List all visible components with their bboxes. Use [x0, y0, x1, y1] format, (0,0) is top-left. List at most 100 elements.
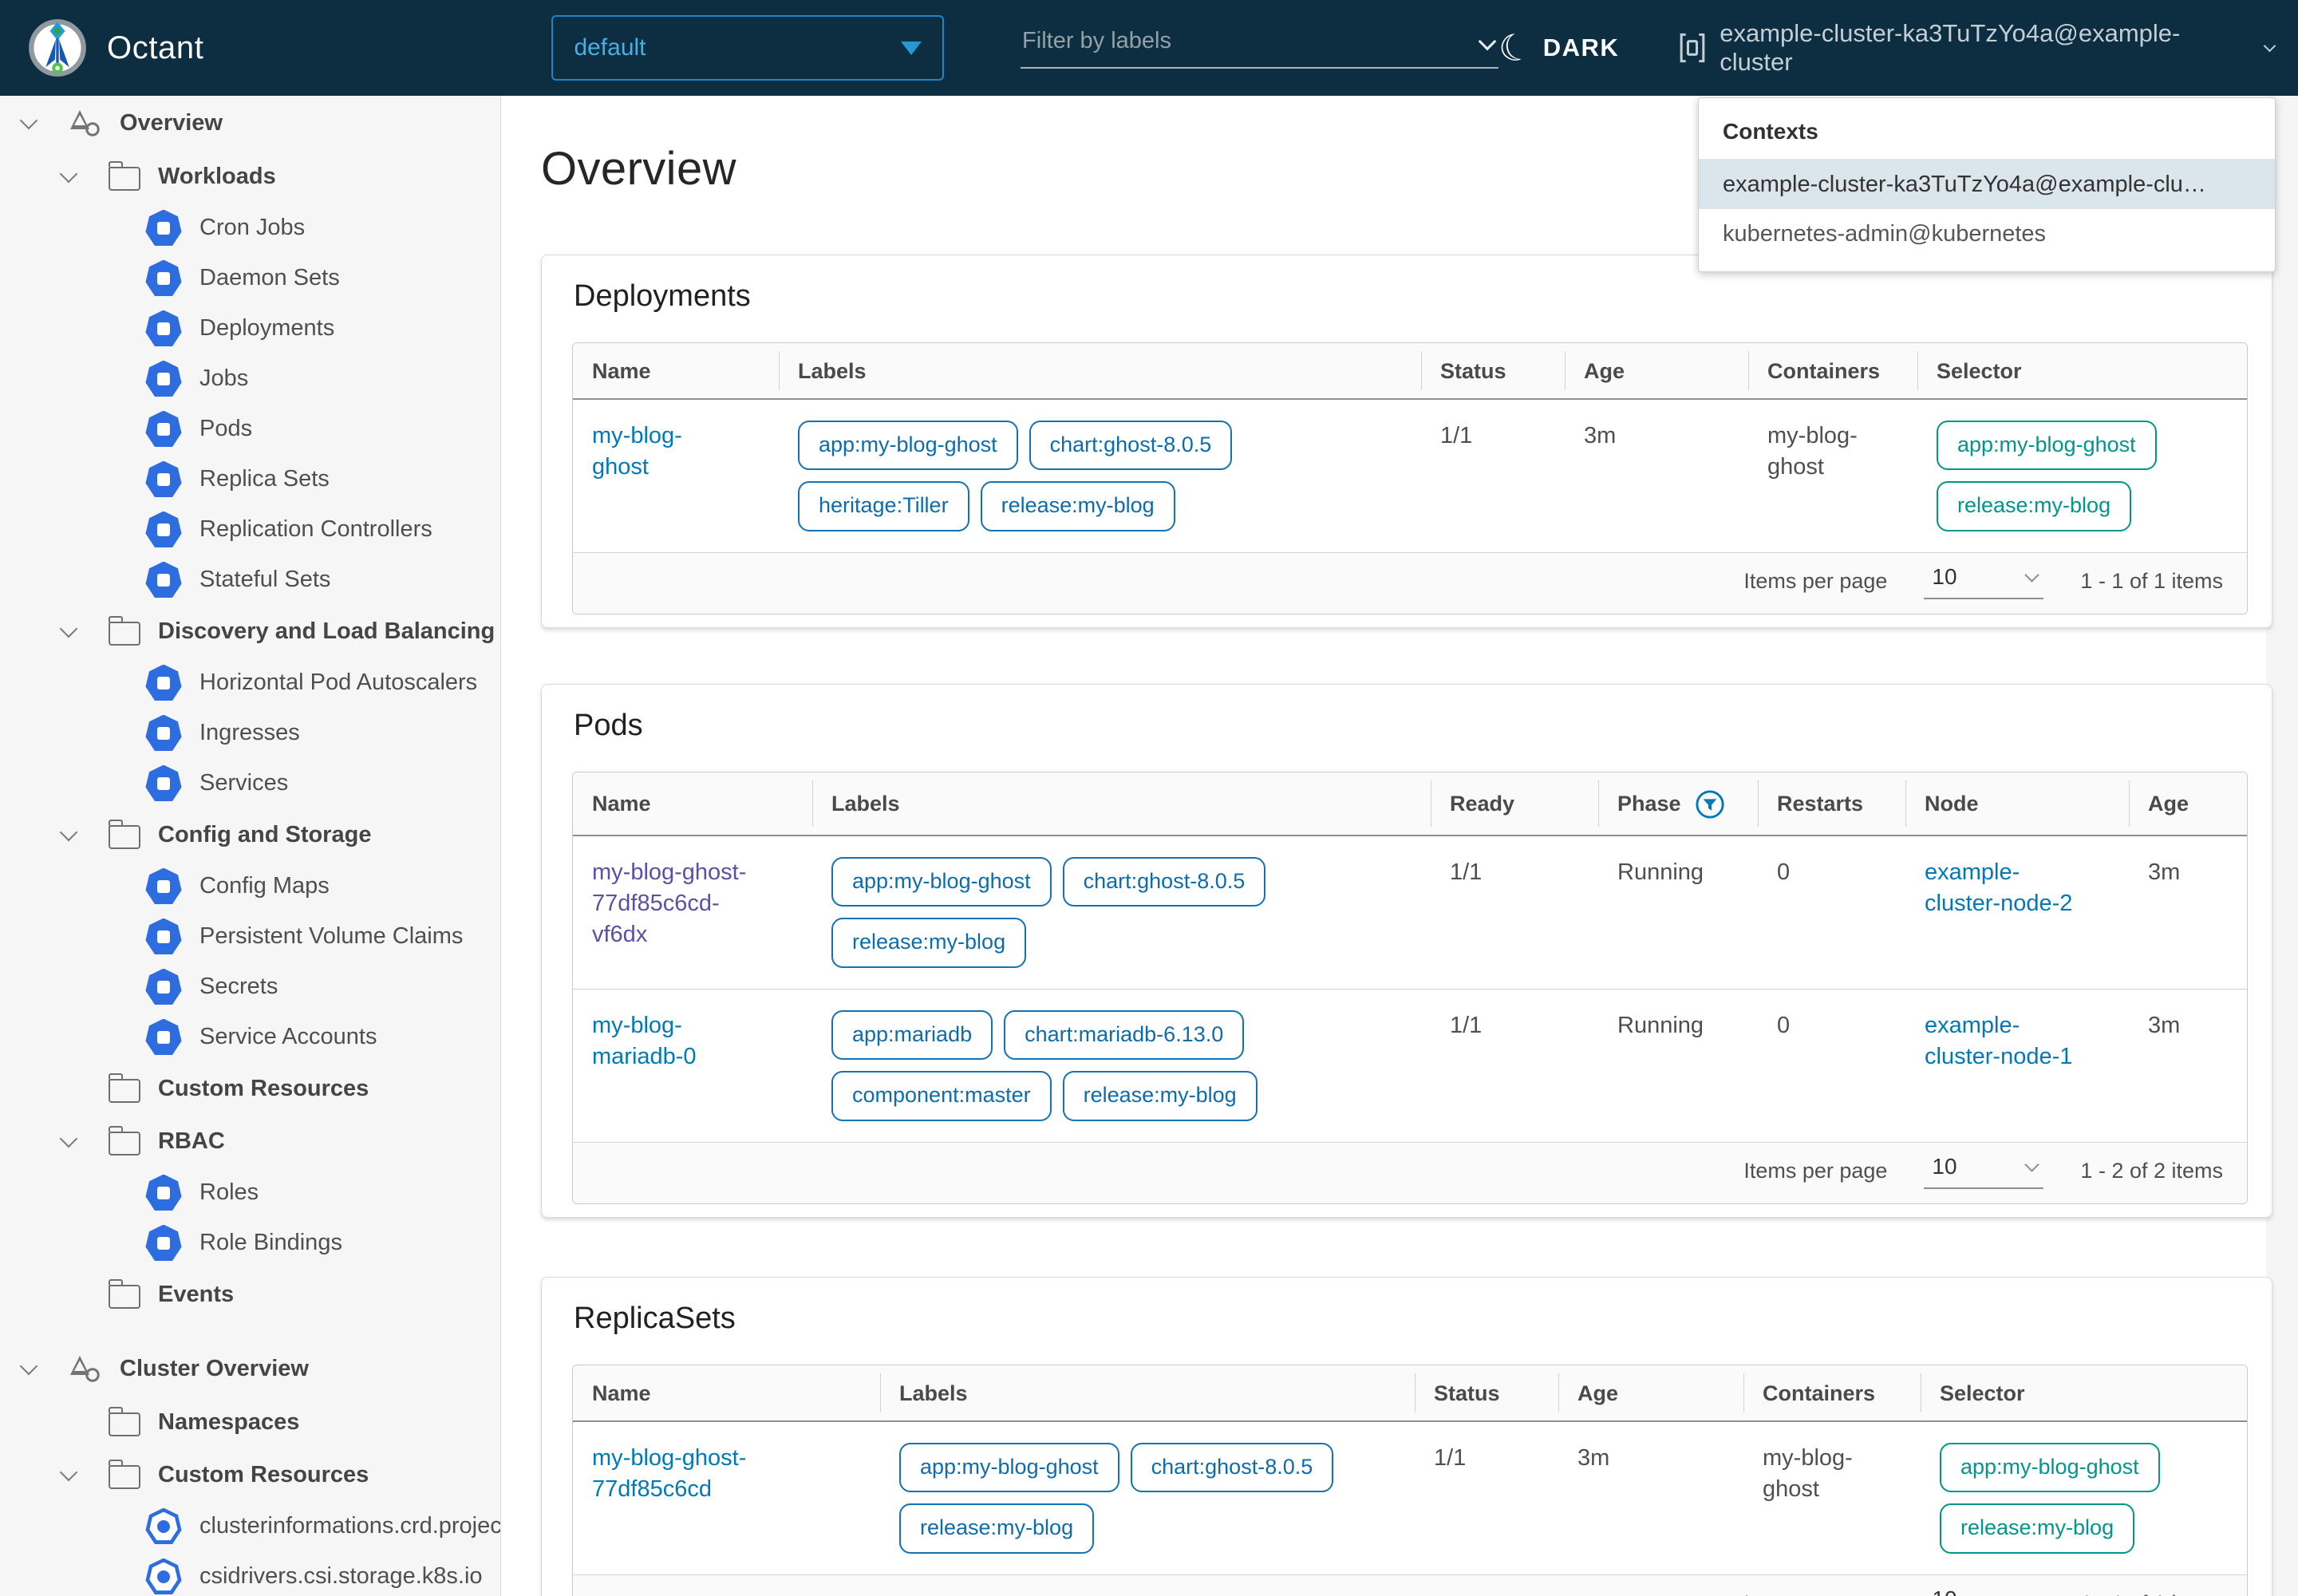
- age-cell: 3m: [1558, 1422, 1743, 1574]
- column-header: Labels: [880, 1365, 1415, 1420]
- k8s-icon: [145, 1225, 182, 1262]
- sidebar-item[interactable]: Custom Resources: [0, 1062, 500, 1115]
- chevron-down-icon[interactable]: [60, 1130, 78, 1148]
- chevron-slot: [62, 627, 109, 635]
- column-header-label: Phase: [1617, 792, 1681, 816]
- column-header: Name: [573, 1365, 880, 1420]
- page-size-select[interactable]: 10: [1924, 1154, 2043, 1189]
- sidebar-item[interactable]: Deployments: [0, 303, 500, 354]
- sidebar-item-label: Workloads: [158, 164, 276, 190]
- cluster-icon: [1678, 31, 1707, 65]
- sidebar-item[interactable]: Daemon Sets: [0, 253, 500, 303]
- sidebar-item-label: Role Bindings: [199, 1230, 342, 1256]
- sidebar-item-label: Horizontal Pod Autoscalers: [199, 670, 477, 696]
- labels-filter-input[interactable]: [1021, 28, 1498, 69]
- context-menu-item[interactable]: kubernetes-admin@kubernetes: [1699, 209, 2275, 259]
- sidebar-item[interactable]: Roles: [0, 1167, 500, 1218]
- node-link[interactable]: example-cluster-node-1: [1925, 1013, 2072, 1069]
- column-header: Status: [1421, 343, 1565, 398]
- sidebar-item[interactable]: Cron Jobs: [0, 203, 500, 253]
- sidebar-item[interactable]: Stateful Sets: [0, 555, 500, 605]
- ready-cell: 1/1: [1431, 836, 1598, 989]
- sidebar-item[interactable]: Config Maps: [0, 861, 500, 911]
- sidebar-item-label: Ingresses: [199, 720, 300, 746]
- sidebar-item-label: clusterinformations.crd.projec: [199, 1513, 501, 1539]
- labels-cell: app:my-blog-ghostchart:ghost-8.0.5herita…: [798, 421, 1402, 531]
- k8s-outline-icon: [145, 1508, 182, 1545]
- replicaset-link[interactable]: my-blog-ghost-77df85c6cd: [592, 1445, 746, 1502]
- chevron-down-icon: [2025, 568, 2039, 583]
- pod-link[interactable]: my-blog-ghost-77df85c6cd-vf6dx: [592, 859, 746, 947]
- chevron-down-icon[interactable]: [60, 165, 78, 184]
- column-header: Age: [1558, 1365, 1743, 1420]
- pod-link[interactable]: my-blog-mariadb-0: [592, 1013, 697, 1069]
- k8s-icon: [145, 310, 182, 347]
- current-context-label: example-cluster-ka3TuTzYo4a@example-clus…: [1720, 19, 2253, 77]
- chevron-down-icon[interactable]: [60, 1464, 78, 1482]
- chevron-slot: [62, 831, 109, 839]
- chevron-slot: [62, 1137, 109, 1145]
- caret-down-icon: [901, 41, 922, 55]
- column-header: Age: [2129, 772, 2247, 835]
- chevron-down-icon[interactable]: [20, 1357, 38, 1376]
- sidebar-item[interactable]: Role Bindings: [0, 1218, 500, 1268]
- pagination-range: 1 - 1 of 1 items: [2080, 1591, 2223, 1596]
- page-size-select[interactable]: 10: [1924, 1586, 2043, 1596]
- sidebar-item[interactable]: Service Accounts: [0, 1012, 500, 1062]
- selector-tag: release:my-blog: [1940, 1503, 2134, 1553]
- node-link[interactable]: example-cluster-node-2: [1925, 859, 2072, 916]
- sidebar-item[interactable]: Secrets: [0, 962, 500, 1012]
- main-content: Overview Deployments Name Labels Status …: [501, 96, 2298, 1596]
- context-switcher[interactable]: example-cluster-ka3TuTzYo4a@example-clus…: [1678, 19, 2274, 77]
- k8s-icon: [145, 715, 182, 752]
- filter-icon[interactable]: [1694, 788, 1726, 820]
- column-header: Name: [573, 343, 779, 398]
- chevron-down-icon[interactable]: [60, 824, 78, 842]
- chevron-down-icon[interactable]: [20, 112, 38, 130]
- sidebar-item[interactable]: csidrivers.csi.storage.k8s.io: [0, 1551, 500, 1596]
- card-title: Deployments: [574, 279, 2248, 314]
- label-tag: release:my-blog: [831, 918, 1026, 967]
- folder-icon: [109, 1465, 140, 1489]
- k8s-icon: [145, 765, 182, 802]
- octant-app: Octant default ☾ DARK example-cluster-ka…: [0, 0, 2298, 1596]
- sidebar-item[interactable]: Overview: [0, 96, 500, 150]
- column-header: Labels: [779, 343, 1421, 398]
- table-row: my-blog-ghost-77df85c6cd-vf6dx app:my-bl…: [573, 836, 2247, 989]
- sidebar-item[interactable]: Config and Storage: [0, 808, 500, 861]
- table-header-row: Name Labels Status Age Containers Select…: [573, 343, 2247, 400]
- k8s-icon: [145, 461, 182, 498]
- sidebar-item[interactable]: Services: [0, 758, 500, 808]
- sidebar-item[interactable]: Jobs: [0, 354, 500, 404]
- sidebar-item[interactable]: Pods: [0, 404, 500, 454]
- sidebar-item[interactable]: clusterinformations.crd.projec: [0, 1501, 500, 1551]
- objects-icon: [69, 1352, 102, 1385]
- label-tag: chart:ghost-8.0.5: [1029, 421, 1233, 470]
- sidebar-item-label: Config Maps: [199, 873, 330, 899]
- table-header-row: Name Labels Ready Phase Restarts Node: [573, 772, 2247, 836]
- sidebar-item[interactable]: RBAC: [0, 1115, 500, 1167]
- namespace-select[interactable]: default: [551, 15, 944, 81]
- chevron-down-icon[interactable]: [60, 620, 78, 638]
- sidebar-item[interactable]: Ingresses: [0, 708, 500, 758]
- sidebar-item[interactable]: Events: [0, 1268, 500, 1321]
- sidebar-item[interactable]: Workloads: [0, 150, 500, 203]
- sidebar-item[interactable]: Discovery and Load Balancing: [0, 605, 500, 658]
- sidebar-item[interactable]: Cluster Overview: [0, 1341, 500, 1396]
- theme-toggle[interactable]: ☾ DARK: [1498, 30, 1619, 66]
- moon-icon: ☾: [1495, 26, 1536, 70]
- sidebar-item[interactable]: Replica Sets: [0, 454, 500, 504]
- sidebar-item[interactable]: Horizontal Pod Autoscalers: [0, 658, 500, 708]
- deployment-link[interactable]: my-blog-ghost: [592, 423, 682, 480]
- context-menu-item[interactable]: example-cluster-ka3TuTzYo4a@example-clu…: [1699, 160, 2275, 209]
- sidebar-item[interactable]: Custom Resources: [0, 1448, 500, 1501]
- phase-cell: Running: [1598, 836, 1758, 989]
- sidebar-item[interactable]: Namespaces: [0, 1396, 500, 1448]
- page-size-select[interactable]: 10: [1924, 564, 2043, 599]
- folder-icon: [109, 622, 140, 646]
- sidebar-item[interactable]: Replication Controllers: [0, 504, 500, 555]
- selector-cell: app:my-blog-ghostrelease:my-blog: [1940, 1443, 2228, 1554]
- sidebar-item-label: Discovery and Load Balancing: [158, 618, 495, 645]
- sidebar-item[interactable]: Persistent Volume Claims: [0, 911, 500, 962]
- selector-tag: release:my-blog: [1937, 481, 2131, 531]
